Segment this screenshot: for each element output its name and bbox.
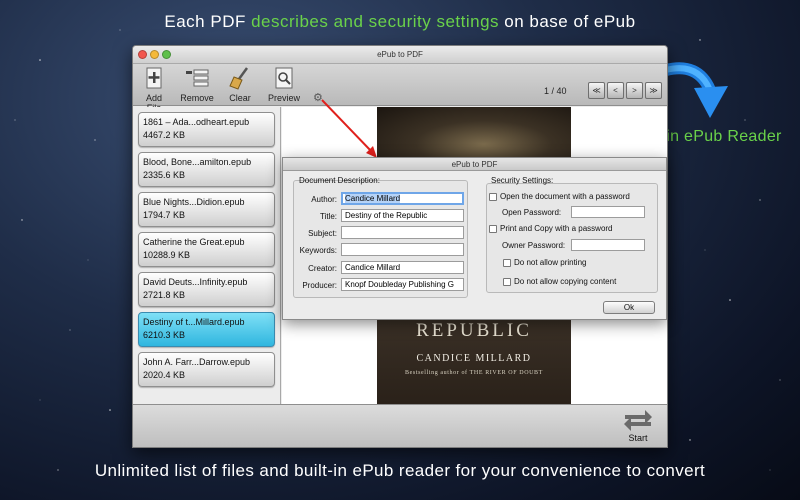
producer-label: Producer: — [302, 281, 337, 290]
ok-button[interactable]: Ok — [603, 301, 655, 314]
dialog-title: ePub to PDF — [283, 158, 666, 171]
producer-input[interactable]: Knopf Doubleday Publishing G — [341, 278, 464, 291]
author-value: Candice Millard — [345, 194, 401, 203]
print-copy-password-option-label: Print and Copy with a password — [500, 224, 613, 233]
title-label: Title: — [319, 212, 337, 221]
security-settings-label: Security Settings: — [491, 176, 554, 185]
document-description-label: Document Description: — [299, 176, 380, 185]
creator-label: Creator: — [308, 264, 337, 273]
owner-password-label: Owner Password: — [502, 241, 566, 250]
open-password-option[interactable]: Open the document with a password — [489, 192, 630, 201]
title-input[interactable]: Destiny of the Republic — [341, 209, 464, 222]
open-password-row: Open Password: — [502, 206, 645, 218]
author-label: Author: — [311, 195, 337, 204]
open-password-input[interactable] — [571, 206, 645, 218]
subject-label: Subject: — [308, 229, 337, 238]
document-settings-dialog: ePub to PDF Document Description: Author… — [282, 157, 667, 320]
no-printing-label: Do not allow printing — [514, 258, 587, 267]
owner-password-row: Owner Password: — [502, 239, 645, 251]
keywords-input[interactable] — [341, 243, 464, 256]
creator-input[interactable]: Candice Millard — [341, 261, 464, 274]
print-copy-password-option[interactable]: Print and Copy with a password — [489, 224, 613, 233]
promo-footer: Unlimited list of files and built-in ePu… — [94, 461, 706, 480]
no-printing-option[interactable]: Do not allow printing — [503, 258, 586, 267]
keywords-label: Keywords: — [299, 246, 337, 255]
no-copying-checkbox[interactable] — [503, 277, 511, 286]
no-copying-label: Do not allow copying content — [514, 277, 617, 286]
no-copying-option[interactable]: Do not allow copying content — [503, 277, 616, 286]
open-password-label: Open Password: — [502, 208, 562, 217]
owner-password-input[interactable] — [571, 239, 645, 251]
open-password-option-label: Open the document with a password — [500, 192, 630, 201]
no-printing-checkbox[interactable] — [503, 258, 511, 267]
print-copy-password-checkbox[interactable] — [489, 224, 497, 233]
author-input[interactable]: Candice Millard — [341, 192, 464, 205]
open-password-checkbox[interactable] — [489, 192, 497, 201]
subject-input[interactable] — [341, 226, 464, 239]
